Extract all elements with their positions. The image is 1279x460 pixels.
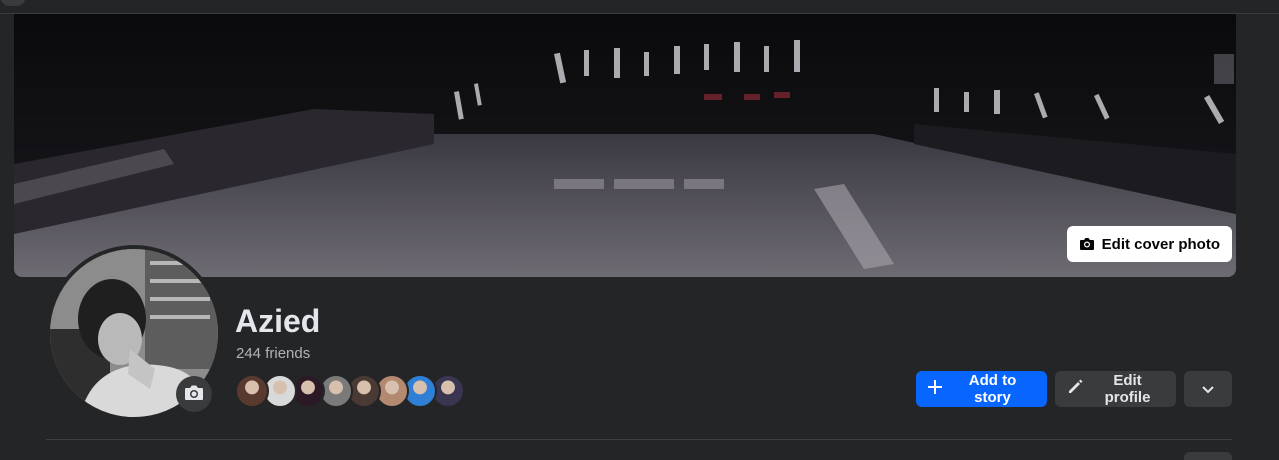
edit-profile-label: Edit profile (1104, 372, 1151, 406)
add-to-story-label: Add to story (968, 372, 1017, 406)
plus-icon (928, 380, 942, 398)
nav-edge (0, 0, 26, 6)
friends-count-link[interactable]: 244 friends (236, 345, 310, 362)
top-navigation-bar (0, 0, 1279, 14)
cover-photo-image (14, 14, 1236, 277)
edit-cover-photo-label: Edit cover photo (1101, 235, 1220, 253)
chevron-down-icon (1202, 381, 1214, 398)
friend-avatar[interactable] (235, 374, 269, 408)
edit-cover-photo-button[interactable]: Edit cover photo (1066, 226, 1232, 262)
edit-profile-button[interactable]: Edit profile (1055, 371, 1176, 407)
section-divider (46, 439, 1232, 440)
cover-photo[interactable]: Edit cover photo (14, 14, 1236, 277)
camera-icon (184, 384, 204, 405)
add-to-story-button[interactable]: Add to story (916, 371, 1047, 407)
camera-icon (1079, 236, 1095, 252)
pencil-icon (1067, 379, 1083, 399)
tabs-more-button[interactable] (1184, 452, 1232, 460)
profile-name: Azied (235, 303, 321, 339)
friend-avatars-row (235, 374, 465, 408)
more-options-button[interactable] (1184, 371, 1232, 407)
update-profile-picture-button[interactable] (176, 376, 212, 412)
